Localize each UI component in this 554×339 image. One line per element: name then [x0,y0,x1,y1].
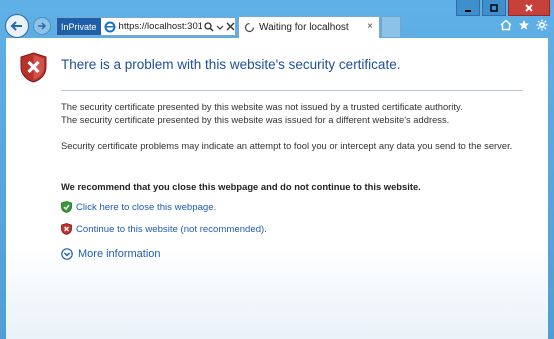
more-info-row: More information [61,248,161,260]
dropdown-icon[interactable] [216,22,224,32]
search-icon[interactable] [204,21,214,32]
loading-icon [244,22,255,33]
back-button[interactable] [5,14,29,38]
cert-warning-text: Security certificate problems may indica… [61,140,513,151]
browser-toolbar [500,19,548,31]
shield-x-icon [61,223,72,235]
page-content: There is a problem with this website's s… [6,38,548,339]
minimize-button[interactable] [456,0,480,16]
address-url[interactable]: https://localhost:30101/ [119,21,202,32]
page-title: There is a problem with this website's s… [61,57,401,72]
window-controls [454,0,550,17]
ie-logo-icon [104,21,116,33]
browser-window: InPrivate https://localhost:30101/ Waiti… [0,0,554,339]
continue-row: Continue to this website (not recommende… [61,223,267,235]
maximize-icon [490,3,498,12]
browser-tab[interactable]: Waiting for localhost × [238,16,380,38]
expand-chevron-icon[interactable] [61,248,73,260]
minimize-icon [465,9,471,12]
close-window-button[interactable] [508,0,550,16]
cert-line-2: The security certificate presented by th… [61,114,450,125]
home-icon[interactable] [500,19,512,31]
back-arrow-icon [10,21,22,31]
close-webpage-link[interactable]: Click here to close this webpage. [76,202,216,213]
forward-button[interactable] [33,17,51,35]
stop-icon[interactable] [226,22,235,31]
address-bar[interactable]: InPrivate https://localhost:30101/ [56,17,236,36]
close-icon [525,3,533,12]
maximize-button[interactable] [482,0,506,16]
continue-link[interactable]: Continue to this website (not recommende… [76,224,267,235]
settings-gear-icon[interactable] [536,19,548,31]
cert-line-1: The security certificate presented by th… [61,101,463,112]
close-webpage-row: Click here to close this webpage. [61,201,216,213]
forward-arrow-icon [38,22,47,30]
tab-close-button[interactable]: × [367,22,373,32]
inprivate-badge: InPrivate [57,18,101,35]
shield-error-icon [20,52,47,83]
shield-check-icon [61,201,72,213]
new-tab-button[interactable] [381,16,401,38]
tab-title: Waiting for localhost [259,22,349,33]
favorites-star-icon[interactable] [518,19,530,31]
more-information-link[interactable]: More information [78,248,161,260]
recommendation-text: We recommend that you close this webpage… [61,181,421,192]
divider [61,90,523,91]
